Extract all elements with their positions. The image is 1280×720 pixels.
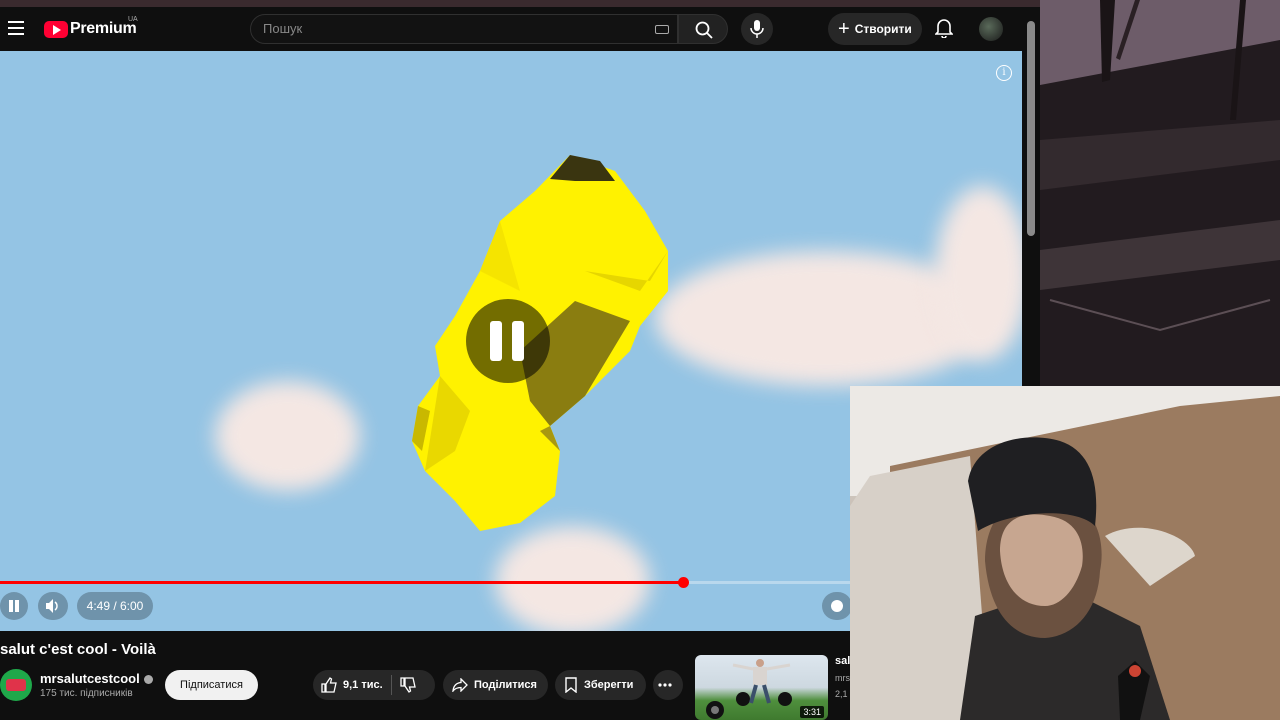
subscribe-button[interactable]: Підписатися [165, 670, 258, 700]
like-icon[interactable] [321, 677, 337, 693]
account-avatar[interactable] [979, 17, 1003, 41]
time-label: 4:49 / 6:00 [86, 599, 144, 613]
volume-icon [46, 599, 58, 613]
info-icon[interactable]: i [996, 65, 1012, 81]
save-label: Зберегти [584, 679, 634, 691]
verified-icon [143, 675, 153, 685]
subscriber-count: 175 тис. підписників [40, 688, 133, 699]
autoplay-toggle[interactable] [822, 592, 852, 620]
more-actions-button[interactable] [653, 670, 683, 700]
keyboard-icon[interactable] [655, 25, 669, 34]
more-dots-icon [658, 683, 672, 687]
time-display: 4:49 / 6:00 [77, 592, 153, 620]
channel-avatar[interactable] [0, 669, 32, 701]
webcam-person-scene [850, 386, 1280, 720]
voice-search-button[interactable] [741, 13, 773, 45]
pause-overlay-button[interactable] [466, 299, 550, 383]
menu-icon[interactable] [8, 21, 24, 35]
pause-icon [9, 600, 19, 612]
yellow-3d-object [412, 155, 668, 531]
plus-icon: + [838, 18, 850, 40]
share-label: Поділитися [474, 679, 537, 691]
dislike-icon[interactable] [400, 677, 416, 693]
search-button[interactable] [678, 14, 728, 44]
cloud [215, 381, 360, 491]
like-count[interactable]: 9,1 тис. [343, 679, 383, 691]
create-button[interactable]: + Створити [828, 13, 922, 45]
progress-bar[interactable] [0, 577, 850, 588]
notifications-bell-icon[interactable] [935, 18, 953, 38]
video-title: salut c'est cool - Voilà [0, 641, 156, 658]
overlay-landscape-video [1040, 0, 1280, 386]
share-button[interactable]: Поділитися [443, 670, 548, 700]
bookmark-icon [565, 677, 577, 693]
channel-name-text: mrsalutcestcool [40, 671, 140, 686]
channel-name[interactable]: mrsalutcestcool [40, 671, 153, 686]
logo-region: UA [128, 16, 138, 23]
mic-icon [750, 20, 764, 38]
search-box[interactable]: Пошук [250, 14, 678, 44]
autoplay-icon [831, 600, 843, 612]
cloud [935, 186, 1022, 361]
mute-button[interactable] [38, 592, 68, 620]
forest-scene [1040, 0, 1280, 386]
progress-played [0, 581, 683, 584]
recommended-video-title[interactable]: sal [835, 655, 850, 667]
search-input[interactable]: Пошук [263, 21, 302, 36]
youtube-premium-logo[interactable]: Premium UA [44, 16, 138, 38]
share-icon [452, 678, 468, 692]
video-details: salut c'est cool - Voilà mrsalutcestcool… [0, 631, 850, 720]
pause-bar [512, 321, 524, 361]
recommended-video-duration: 3:31 [800, 706, 824, 718]
pause-bar [490, 321, 502, 361]
recommended-video-thumbnail[interactable]: 3:31 [695, 655, 828, 720]
recommended-video-views: 2,1 [835, 689, 848, 699]
play-pause-button[interactable] [0, 592, 28, 620]
masthead: Premium UA Пошук + Створити [0, 7, 1040, 236]
recommended-video-channel: mrs [835, 673, 850, 683]
like-dislike-group: 9,1 тис. [313, 670, 435, 700]
create-label: Створити [854, 22, 912, 36]
logo-text: Premium [70, 20, 137, 37]
window-top-strip [0, 0, 1040, 7]
progress-scrubber[interactable] [677, 577, 689, 588]
like-divider [390, 675, 392, 695]
save-button[interactable]: Зберегти [555, 670, 646, 700]
webcam-overlay [850, 386, 1280, 720]
search-icon [695, 21, 713, 39]
page-scrollbar[interactable] [1027, 21, 1035, 236]
youtube-play-logo-icon [44, 20, 68, 38]
